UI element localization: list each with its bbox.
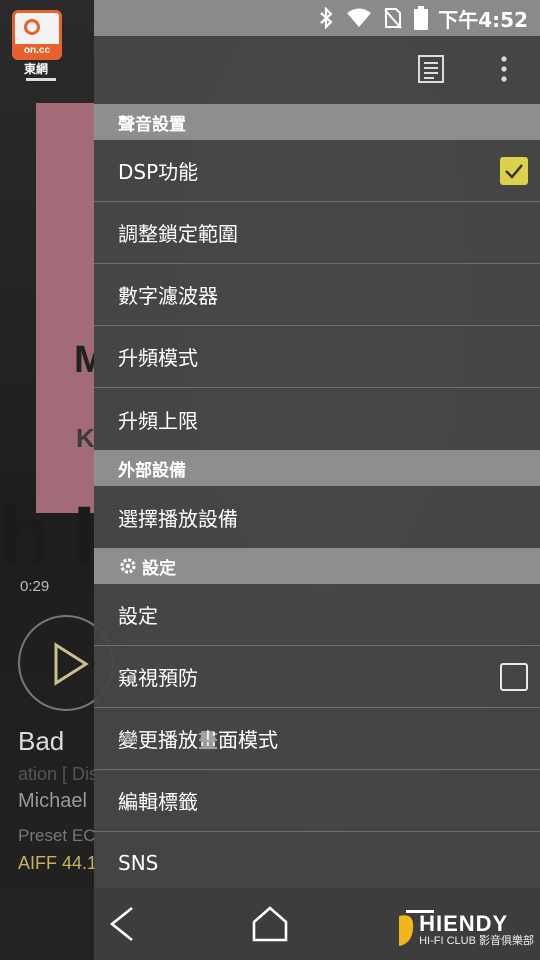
menu-item-digital-filter[interactable]: 數字濾波器 [94, 264, 540, 326]
hiendy-watermark: HIENDY HI-FI CLUB 影音俱樂部 [395, 912, 534, 948]
bluetooth-icon [318, 7, 334, 29]
menu-item-label: 設定 [118, 604, 158, 628]
watermark-text: HIENDY HI-FI CLUB 影音俱樂部 [419, 910, 534, 948]
menu-item-edit-tags[interactable]: 編輯標籤 [94, 770, 540, 832]
preset-label: Preset EC [18, 826, 96, 845]
menu-item-peep-prevention[interactable]: 窺視預防 [94, 646, 540, 708]
status-bar: 下午4:52 [94, 0, 540, 36]
settings-drawer: 聲音設置 DSP功能 調整鎖定範圍 數字濾波器 升頻模式 升頻上限 外部設備 選… [94, 36, 540, 888]
wifi-icon [346, 8, 372, 28]
gear-icon [120, 558, 136, 574]
section-header-label: 設定 [142, 558, 176, 579]
menu-item-label: 升頻模式 [118, 346, 198, 370]
watermark-sub: HI-FI CLUB 影音俱樂部 [419, 934, 534, 947]
more-vert-icon[interactable] [492, 54, 516, 88]
menu-item-label: 升頻上限 [118, 408, 198, 433]
logo-underline [26, 78, 56, 81]
battery-icon [414, 6, 429, 30]
no-sim-icon [384, 7, 402, 29]
album-art-subtitle: K [76, 423, 94, 453]
menu-item-upsampling-limit[interactable]: 升頻上限 [94, 388, 540, 450]
dsp-checkbox[interactable] [500, 157, 528, 185]
artist-name: Michael [18, 790, 87, 812]
section-header-settings: 設定 [94, 548, 540, 584]
hiendy-logo-icon [399, 915, 414, 946]
section-header-sound: 聲音設置 [94, 104, 540, 140]
album-art-title: M J [74, 340, 94, 380]
menu-item-settings[interactable]: 設定 [94, 584, 540, 646]
status-time: 下午4:52 [438, 7, 528, 32]
menu-item-playback-screen-mode[interactable]: 變更播放畫面模式 [94, 708, 540, 770]
drawer-toolbar [94, 36, 540, 104]
elapsed-time: 0:29 [20, 578, 50, 595]
logo-subtext: 東網 [24, 62, 49, 76]
menu-item-label: 窺視預防 [118, 666, 198, 690]
menu-item-sns[interactable]: SNS [94, 832, 540, 894]
peep-prevention-checkbox[interactable] [500, 663, 528, 691]
menu-item-dsp[interactable]: DSP功能 [94, 140, 540, 202]
section-header-external: 外部設備 [94, 450, 540, 486]
menu-item-label: 調整鎖定範圍 [118, 222, 238, 246]
logo-text: on.cc [15, 44, 59, 57]
menu-item-label: 數字濾波器 [118, 284, 218, 308]
menu-item-label: DSP功能 [118, 160, 199, 184]
album-name: ation [ Dis [18, 764, 99, 784]
logo-circle-icon [24, 19, 40, 35]
background-lettering: h KS OF [0, 500, 94, 572]
home-icon[interactable] [250, 904, 290, 948]
menu-item-lock-range[interactable]: 調整鎖定範圍 [94, 202, 540, 264]
menu-item-upsampling-mode[interactable]: 升頻模式 [94, 326, 540, 388]
document-icon[interactable] [416, 54, 446, 88]
song-title: Bad [18, 726, 65, 756]
audio-format: AIFF 44.1 [18, 853, 98, 873]
oncc-logo: on.cc [12, 10, 62, 60]
watermark-brand: HIENDY [419, 910, 509, 936]
back-icon[interactable] [104, 904, 140, 948]
play-icon [54, 642, 89, 686]
menu-item-label: SNS [118, 851, 159, 875]
menu-item-select-device[interactable]: 選擇播放設備 [94, 486, 540, 548]
menu-item-label: 變更播放畫面模式 [118, 728, 278, 752]
check-icon [505, 164, 523, 179]
menu-item-label: 編輯標籤 [118, 790, 198, 814]
menu-item-label: 選擇播放設備 [118, 506, 238, 531]
